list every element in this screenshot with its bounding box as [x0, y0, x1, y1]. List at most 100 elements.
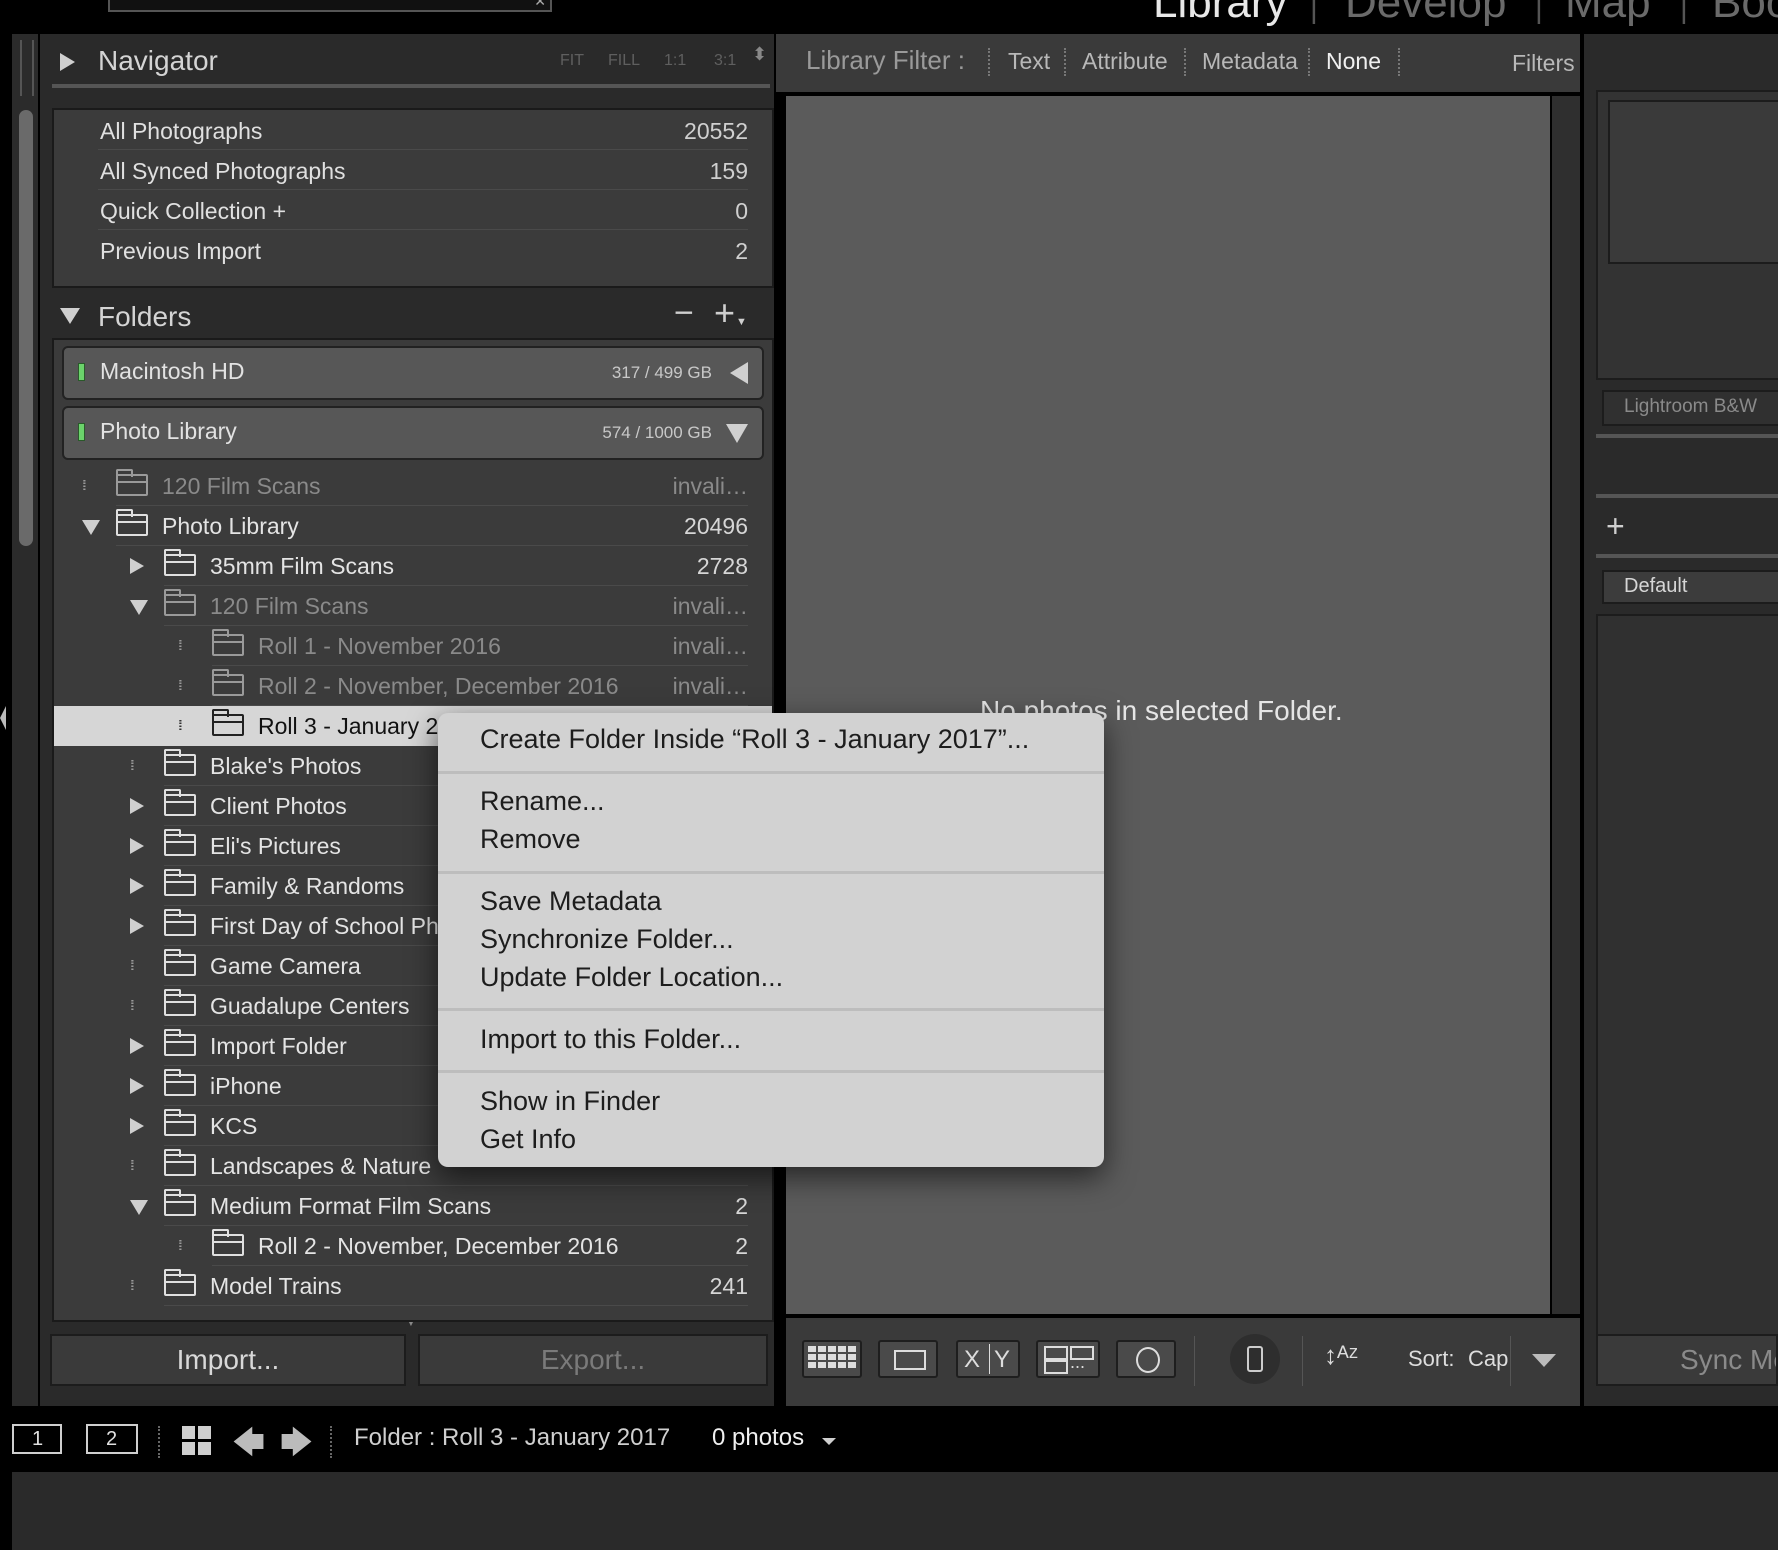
- metadata-preset-select[interactable]: Default: [1602, 570, 1778, 604]
- add-folder-button[interactable]: +: [714, 292, 735, 334]
- screen-1-label: 1: [32, 1428, 44, 1450]
- filmstrip[interactable]: [12, 1472, 1778, 1550]
- menu-show-in-finder[interactable]: Show in Finder: [480, 1086, 660, 1117]
- folder-name: Client Photos: [210, 793, 347, 819]
- menu-rename[interactable]: Rename...: [480, 786, 605, 817]
- folder-icon: [212, 669, 244, 696]
- menu-synchronize-folder[interactable]: Synchronize Folder...: [480, 924, 734, 955]
- folders-header[interactable]: Folders − + ▼: [40, 290, 774, 340]
- identity-plate-field[interactable]: ✕: [108, 0, 552, 12]
- chevron-down-icon[interactable]: [822, 1438, 836, 1445]
- module-map[interactable]: Map: [1565, 0, 1651, 28]
- forward-arrow-icon[interactable]: 🡆: [280, 1420, 313, 1474]
- grid-view-icon[interactable]: [802, 1340, 862, 1378]
- collapse-down-icon[interactable]: [60, 308, 80, 324]
- folder-row[interactable]: 35mm Film Scans 2728: [54, 546, 772, 586]
- left-panel-scrollbar[interactable]: [19, 110, 33, 546]
- collapse-left-icon[interactable]: [0, 706, 6, 730]
- folder-row[interactable]: ⁞⁞ Roll 1 - November 2016 invali…: [54, 626, 772, 666]
- filmstrip-count[interactable]: 0 photos: [712, 1424, 804, 1452]
- expand-right-icon[interactable]: [130, 1118, 144, 1134]
- catalog-item[interactable]: All Photographs 20552: [54, 110, 772, 150]
- people-view-icon[interactable]: [1116, 1340, 1176, 1378]
- module-library[interactable]: Library: [1153, 0, 1288, 28]
- expand-right-icon[interactable]: [130, 878, 144, 894]
- grid-view-icon[interactable]: [182, 1426, 212, 1456]
- catalog-item[interactable]: Quick Collection + 0: [54, 190, 772, 230]
- painter-icon[interactable]: [1230, 1334, 1280, 1384]
- compare-view-icon[interactable]: X Y: [956, 1340, 1020, 1378]
- folder-name: 35mm Film Scans: [210, 553, 395, 579]
- zoom-3-1[interactable]: 3:1: [714, 52, 736, 70]
- sort-value[interactable]: Cap: [1468, 1346, 1508, 1372]
- folder-row[interactable]: ⁞⁞ Roll 2 - November, December 2016 invali…: [54, 666, 772, 706]
- volume-macintosh-hd[interactable]: Macintosh HD 317 / 499 GB: [62, 346, 764, 400]
- chevron-down-icon[interactable]: [1532, 1354, 1556, 1367]
- filmstrip-source[interactable]: Folder : Roll 3 - January 2017: [354, 1424, 670, 1452]
- module-separator: |: [1310, 0, 1318, 25]
- volume-photo-library[interactable]: Photo Library 574 / 1000 GB: [62, 406, 764, 460]
- collapse-down-icon[interactable]: [82, 520, 100, 535]
- filter-attribute[interactable]: Attribute: [1082, 48, 1168, 75]
- zoom-fit[interactable]: FIT: [560, 52, 584, 70]
- filters-preset[interactable]: Filters: [1512, 50, 1575, 77]
- zoom-stepper-icon[interactable]: ⬍: [752, 44, 767, 65]
- expand-right-icon[interactable]: [130, 838, 144, 854]
- menu-import-to-folder[interactable]: Import to this Folder...: [480, 1024, 741, 1055]
- menu-save-metadata[interactable]: Save Metadata: [480, 886, 662, 917]
- remove-folder-button[interactable]: −: [674, 294, 694, 333]
- catalog-item[interactable]: Previous Import 2: [54, 230, 772, 270]
- module-develop[interactable]: Develop: [1345, 0, 1506, 28]
- collapse-down-icon[interactable]: [130, 600, 148, 615]
- menu-get-info[interactable]: Get Info: [480, 1124, 576, 1155]
- collapse-down-icon[interactable]: [130, 1200, 148, 1215]
- collapse-down-icon[interactable]: [726, 424, 748, 443]
- expand-right-icon[interactable]: [130, 798, 144, 814]
- close-icon[interactable]: ✕: [534, 0, 546, 8]
- export-button[interactable]: Export...: [418, 1334, 768, 1386]
- sort-direction-icon[interactable]: ↕ᴬᶻ: [1324, 1340, 1358, 1371]
- folder-row[interactable]: ⁞⁞ 120 Film Scans invali…: [54, 466, 772, 506]
- import-button[interactable]: Import...: [50, 1334, 406, 1386]
- expand-right-icon[interactable]: [60, 53, 75, 71]
- catalog-item[interactable]: All Synced Photographs 159: [54, 150, 772, 190]
- folder-count: 241: [709, 1273, 748, 1299]
- filter-none[interactable]: None: [1326, 48, 1381, 75]
- folder-count: 20496: [684, 513, 748, 539]
- sync-metadata-button[interactable]: Sync Me: [1596, 1334, 1778, 1386]
- right-panel: Lightroom B&W + Default Sync Me: [1584, 34, 1778, 1406]
- zoom-1-1[interactable]: 1:1: [664, 52, 686, 70]
- loupe-view-icon[interactable]: [878, 1340, 938, 1378]
- add-keyword-button[interactable]: +: [1606, 508, 1625, 545]
- expand-right-icon[interactable]: [130, 1038, 144, 1054]
- expand-right-icon[interactable]: [130, 558, 144, 574]
- folder-row[interactable]: Medium Format Film Scans 2: [54, 1186, 772, 1226]
- expand-right-icon[interactable]: [130, 918, 144, 934]
- folder-name: 120 Film Scans: [162, 473, 321, 499]
- folder-row[interactable]: ⁞⁞ Roll 2 - November, December 2016 2: [54, 1226, 772, 1266]
- library-filter-label: Library Filter :: [806, 45, 965, 75]
- secondary-window-button[interactable]: 2: [86, 1424, 138, 1454]
- menu-remove[interactable]: Remove: [480, 824, 581, 855]
- main-window-button[interactable]: 1: [12, 1424, 62, 1454]
- folder-icon: [212, 1229, 244, 1256]
- expand-left-icon[interactable]: [730, 362, 748, 384]
- module-book[interactable]: Boo: [1712, 0, 1778, 28]
- menu-create-folder-inside[interactable]: Create Folder Inside “Roll 3 - January 2…: [480, 724, 1029, 755]
- survey-view-icon[interactable]: ...: [1036, 1340, 1100, 1378]
- back-arrow-icon[interactable]: 🡄: [232, 1420, 265, 1474]
- folder-icon: [212, 629, 244, 656]
- navigator-header[interactable]: Navigator FIT FILL 1:1 3:1 ⬍: [40, 34, 774, 84]
- zoom-fill[interactable]: FILL: [608, 52, 640, 70]
- menu-update-folder-location[interactable]: Update Folder Location...: [480, 962, 783, 993]
- folder-row[interactable]: Photo Library 20496: [54, 506, 772, 546]
- filter-metadata[interactable]: Metadata: [1202, 48, 1298, 75]
- preset-select[interactable]: Lightroom B&W: [1602, 390, 1778, 426]
- filter-text[interactable]: Text: [1008, 48, 1050, 75]
- grid-scrollbar[interactable]: [1552, 96, 1580, 1314]
- folder-row[interactable]: 120 Film Scans invali…: [54, 586, 772, 626]
- folder-row[interactable]: ⁞⁞ Model Trains 241: [54, 1266, 772, 1306]
- filter-separator: [1398, 48, 1400, 76]
- expand-right-icon[interactable]: [130, 1078, 144, 1094]
- folder-context-menu: Create Folder Inside “Roll 3 - January 2…: [438, 713, 1104, 1167]
